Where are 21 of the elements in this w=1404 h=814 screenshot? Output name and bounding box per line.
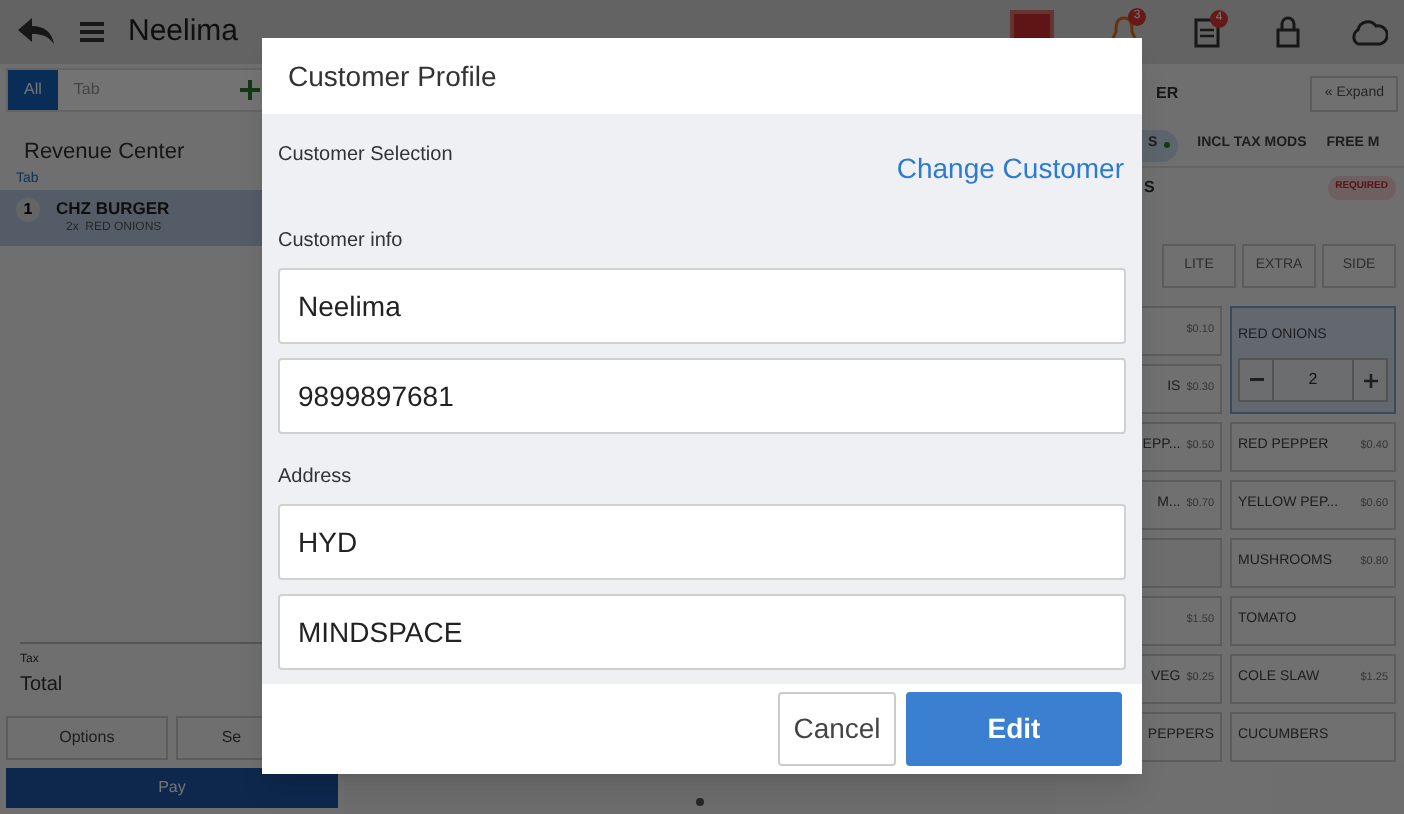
address-label: Address: [278, 464, 354, 492]
tab[interactable]: All: [8, 70, 58, 110]
input-field[interactable]: HYD: [278, 504, 1126, 580]
revenue-center-label: Revenue Center: [22, 138, 187, 168]
quantity-value: 2: [1272, 360, 1354, 400]
cancel-button[interactable]: Cancel: [778, 692, 896, 766]
input-field[interactable]: MINDSPACE: [278, 594, 1126, 670]
group-heading: S: [1142, 176, 1155, 200]
action-button[interactable]: Options: [6, 716, 168, 760]
item-quantity: 1: [16, 198, 40, 222]
input-field[interactable]: Neelima: [278, 268, 1126, 344]
input-field[interactable]: 9899897681: [278, 358, 1126, 434]
screen-title: Neelima: [128, 11, 239, 52]
pay-button[interactable]: Pay: [6, 768, 338, 808]
change-customer-link[interactable]: Change Customer: [896, 148, 1124, 190]
modifier-heading: ER: [1156, 82, 1179, 106]
edit-button[interactable]: Edit: [906, 692, 1122, 766]
customer-selection-label: Customer Selection: [278, 142, 453, 170]
item-name: CHZ BURGER: [56, 198, 170, 220]
total-label: Total: [18, 672, 65, 700]
dialog-title: Customer Profile: [288, 57, 497, 95]
